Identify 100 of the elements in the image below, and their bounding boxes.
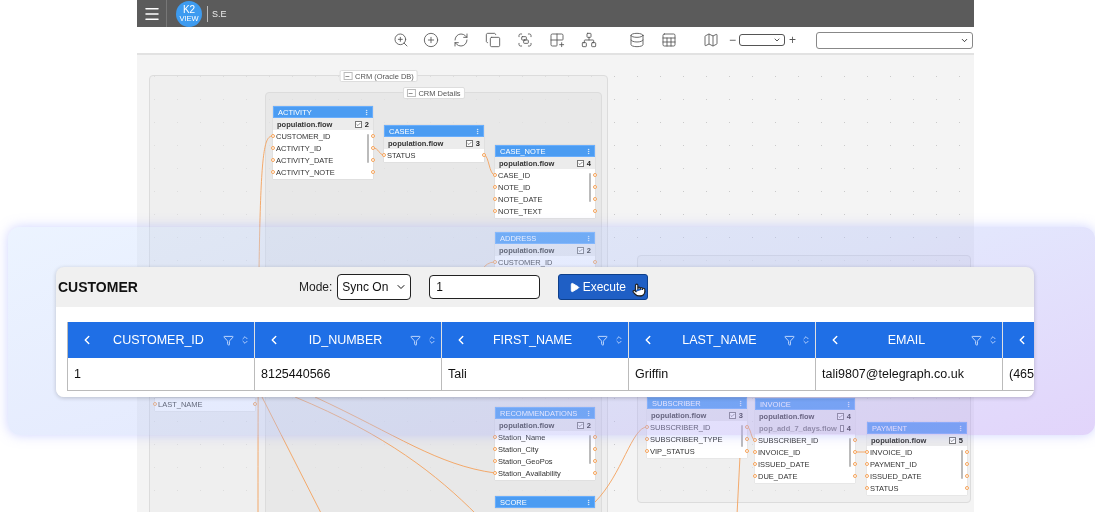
column-header[interactable]: ID_NUMBER: [255, 322, 442, 358]
panel-title: CUSTOMER: [58, 279, 139, 295]
add-table-icon[interactable]: [548, 32, 565, 48]
port-icon: [745, 425, 749, 429]
port-icon: [371, 134, 375, 138]
filter-icon[interactable]: [597, 334, 608, 346]
squares-icon[interactable]: [484, 32, 501, 48]
port-icon: [271, 134, 275, 138]
port-icon: [753, 462, 757, 466]
sort-icon[interactable]: [988, 335, 998, 345]
table-search-icon[interactable]: [660, 32, 677, 48]
app-title: S.E: [212, 8, 227, 19]
port-icon: [253, 402, 257, 406]
filter-icon[interactable]: [971, 334, 982, 346]
execute-button[interactable]: Execute: [558, 274, 649, 300]
port-icon: [493, 173, 497, 177]
port-icon: [645, 437, 649, 441]
port-icon: [645, 425, 649, 429]
zoom-out-button[interactable]: −: [728, 33, 736, 47]
port-icon: [493, 197, 497, 201]
flow-checkbox[interactable]: [728, 411, 736, 419]
collapse-toggle[interactable]: −: [343, 72, 353, 80]
filter-icon[interactable]: [410, 334, 421, 346]
port-icon: [865, 450, 869, 454]
network-icon[interactable]: [580, 32, 597, 48]
map-icon[interactable]: [702, 32, 719, 48]
flow-checkbox[interactable]: [836, 412, 844, 420]
flow-checkbox[interactable]: [576, 421, 584, 429]
port-icon: [271, 158, 275, 162]
port-icon: [371, 170, 375, 174]
column-header[interactable]: LAST_NAME: [629, 322, 816, 358]
port-icon: [371, 146, 375, 150]
port-icon: [593, 447, 597, 451]
port-icon: [371, 158, 375, 162]
sort-icon[interactable]: [614, 335, 624, 345]
port-icon: [593, 209, 597, 213]
port-icon: [382, 153, 386, 157]
port-icon: [593, 197, 597, 201]
port-icon: [593, 260, 597, 264]
play-icon: [568, 281, 580, 293]
port-icon: [493, 209, 497, 213]
flow-checkbox[interactable]: [948, 436, 956, 444]
port-icon: [853, 450, 857, 454]
flow-checkbox[interactable]: [839, 424, 844, 432]
filter-icon[interactable]: [784, 334, 795, 346]
column-header[interactable]: CUSTOMER_ID: [68, 322, 255, 358]
port-icon: [493, 447, 497, 451]
port-icon: [593, 471, 597, 475]
view-dropdown[interactable]: [816, 31, 973, 49]
connector-line: [372, 147, 385, 156]
column-header[interactable]: FIRST_NAME: [442, 322, 629, 358]
zoom-in-button[interactable]: +: [789, 33, 796, 47]
filter-icon[interactable]: [223, 334, 234, 346]
connector-line: [483, 154, 496, 176]
collapse-toggle[interactable]: −: [406, 89, 416, 97]
port-icon: [853, 438, 857, 442]
port-icon: [493, 435, 497, 439]
port-icon: [853, 474, 857, 478]
zoom-in-icon[interactable]: [392, 32, 409, 48]
chevron-down-icon: [773, 36, 781, 44]
value-input-field[interactable]: 1: [429, 275, 541, 299]
hand-cursor-icon: [632, 283, 647, 297]
table-cell: Griffin: [629, 358, 816, 391]
port-icon: [593, 185, 597, 189]
port-icon: [865, 474, 869, 478]
scrollbar: [589, 173, 591, 203]
port-icon: [853, 462, 857, 466]
database-search-icon[interactable]: [628, 32, 645, 48]
flow-checkbox[interactable]: [354, 120, 362, 128]
port-icon: [965, 486, 969, 490]
connector-line: [854, 451, 868, 453]
port-icon: [965, 450, 969, 454]
sort-icon[interactable]: [801, 335, 811, 345]
port-icon: [482, 153, 486, 157]
sort-icon[interactable]: [240, 335, 250, 345]
table-cell: 8125440566: [255, 358, 442, 391]
connector-line: [746, 426, 756, 441]
scrollbar: [589, 435, 591, 465]
port-icon: [493, 459, 497, 463]
scrollbar: [367, 134, 369, 164]
flow-checkbox[interactable]: [465, 139, 473, 147]
column-header[interactable]: EMAIL: [816, 322, 1003, 358]
port-icon: [493, 471, 497, 475]
flow-checkbox[interactable]: [576, 159, 584, 167]
table-cell: tali9807@telegraph.co.uk: [816, 358, 1003, 391]
port-icon: [593, 459, 597, 463]
port-icon: [645, 449, 649, 453]
flow-checkbox[interactable]: [576, 246, 584, 254]
scrollbar: [849, 438, 851, 468]
zoom-dropdown[interactable]: [739, 34, 785, 46]
add-circle-icon[interactable]: [422, 32, 439, 48]
port-icon: [271, 146, 275, 150]
group-icon[interactable]: [516, 32, 533, 48]
sort-icon[interactable]: [427, 335, 437, 345]
port-icon: [271, 170, 275, 174]
refresh-icon[interactable]: [452, 32, 469, 48]
mode-select[interactable]: Sync On: [337, 274, 412, 300]
scrollbar: [741, 425, 743, 448]
port-icon: [965, 462, 969, 466]
table-cell: (465: [1003, 358, 1034, 391]
